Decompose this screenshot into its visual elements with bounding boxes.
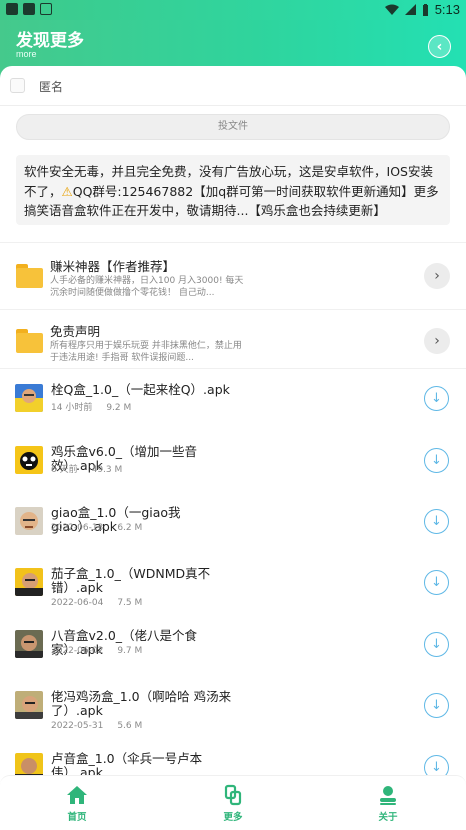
file-meta: 14 小时前 9.2 M [51, 400, 131, 413]
open-folder-button[interactable]: › [424, 263, 450, 289]
file-time: 14 小时前 [51, 403, 93, 413]
file-meta: 2022-05-31 5.6 M [51, 721, 142, 731]
clock: 5:13 [434, 2, 460, 17]
file-size: 7.5 M [117, 598, 143, 608]
nav-more-label: 更多 [223, 812, 243, 823]
file-name: 佬冯鸡汤盒_1.0（啊哈哈 鸡汤来了）.apk [51, 689, 232, 718]
download-button[interactable]: ↓ [424, 509, 449, 534]
nav-more[interactable]: 更多 [203, 784, 263, 823]
file-meta: 6 天前 49.3 M [51, 462, 122, 475]
file-size: 49.3 M [91, 465, 123, 475]
file-meta: 2022-06-04 7.5 M [51, 598, 142, 608]
more-icon [224, 784, 242, 806]
home-icon [67, 786, 87, 804]
download-button[interactable]: ↓ [424, 693, 449, 718]
nav-about-label: 关于 [378, 812, 398, 823]
folder-title: 免责声明 [50, 324, 101, 339]
nav-about[interactable]: 关于 [358, 784, 418, 823]
file-avatar [15, 384, 43, 412]
nav-home[interactable]: 首页 [47, 784, 107, 823]
chevron-right-icon: › [434, 268, 440, 284]
arrow-down-icon: ↓ [431, 637, 442, 652]
battery-icon [422, 3, 428, 16]
file-avatar [15, 507, 43, 535]
arrow-down-icon: ↓ [431, 514, 442, 529]
arrow-down-icon: ↓ [431, 575, 442, 590]
a-notification-icon [40, 3, 52, 15]
file-size: 6.2 M [117, 523, 143, 533]
notice-text-after: QQ群号:125467882【加q群可第一时间获取软件更新通知】更多搞笑语音盒软… [24, 183, 439, 219]
download-button[interactable]: ↓ [424, 570, 449, 595]
wifi-icon [384, 4, 399, 15]
file-time: 2022-05-31 [51, 721, 104, 731]
arrow-down-icon: ↓ [431, 760, 442, 775]
arrow-down-icon: ↓ [431, 391, 442, 406]
folder-description: 所有程序只用于娱乐玩耍 并非抹黑他仁，禁止用于违法用途! 手指哥 软件误报间题.… [50, 341, 242, 363]
file-time: 2022-06-13 [51, 523, 104, 533]
file-size: 5.6 M [117, 721, 143, 731]
download-button[interactable]: ↓ [424, 632, 449, 657]
file-meta: 2022-06-13 6.2 M [51, 523, 142, 533]
file-meta: 2022-06-02 9.7 M [51, 646, 142, 656]
bug-notification-icon [23, 3, 35, 15]
upload-file-button[interactable]: 投文件 [16, 114, 450, 140]
anonymous-checkbox[interactable] [10, 78, 25, 93]
download-button[interactable]: ↓ [424, 448, 449, 473]
folder-item[interactable]: 免责声明 所有程序只用于娱乐玩耍 并非抹黑他仁，禁止用于违法用途! 手指哥 软件… [0, 316, 466, 374]
open-folder-button[interactable]: › [424, 328, 450, 354]
main-card: 匿名 投文件 软件安全无毒，并且完全免费，没有广告放心玩，这是安卓软件，IOS安… [0, 66, 466, 830]
file-size: 9.7 M [117, 646, 143, 656]
file-time: 6 天前 [51, 465, 78, 475]
download-button[interactable]: ↓ [424, 386, 449, 411]
notice-box: 软件安全无毒，并且完全免费，没有广告放心玩，这是安卓软件，IOS安装不了，⚠QQ… [16, 155, 450, 225]
signal-icon [404, 4, 416, 15]
file-item[interactable]: giao盒_1.0（一giao我giao）.apk 2022-06-13 6.2 … [0, 506, 466, 563]
page-title: 发现更多 [16, 31, 84, 51]
file-name: 栓Q盒_1.0_（一起来栓Q）.apk [51, 382, 230, 397]
file-item[interactable]: 茄子盒_1.0_（WDNMD真不错）.apk 2022-06-04 7.5 M ↓ [0, 566, 466, 624]
file-name: 茄子盒_1.0_（WDNMD真不错）.apk [51, 566, 211, 595]
back-button[interactable]: ‹ [428, 35, 451, 58]
warning-icon: ⚠ [61, 183, 73, 199]
divider [0, 309, 466, 310]
folder-icon [16, 264, 43, 288]
folder-item[interactable]: 赚米神器【作者推荐】 人手必备的赚米神器，日入100 月入3000! 每天沉余时… [0, 251, 466, 309]
file-item[interactable]: 栓Q盒_1.0_（一起来栓Q）.apk 14 小时前 9.2 M ↓ [0, 382, 466, 440]
file-time: 2022-06-04 [51, 598, 104, 608]
anonymous-label: 匿名 [39, 80, 64, 94]
folder-description: 人手必备的赚米神器，日入100 月入3000! 每天沉余时间随便做做撸个零花钱！… [50, 276, 244, 298]
arrow-down-icon: ↓ [431, 698, 442, 713]
nav-home-label: 首页 [67, 812, 87, 823]
arrow-down-icon: ↓ [431, 453, 442, 468]
chevron-right-icon: › [434, 333, 440, 349]
page-subtitle: more [16, 49, 37, 59]
status-bar: 5:13 [0, 0, 466, 20]
app-notification-icon [6, 3, 18, 15]
file-avatar [15, 568, 43, 596]
file-avatar [15, 446, 43, 474]
file-item[interactable]: 佬冯鸡汤盒_1.0（啊哈哈 鸡汤来了）.apk 2022-05-31 5.6 M … [0, 689, 466, 747]
user-icon [380, 786, 396, 805]
file-avatar [15, 630, 43, 658]
folder-icon [16, 329, 43, 353]
file-time: 2022-06-02 [51, 646, 104, 656]
chevron-left-icon: ‹ [436, 38, 443, 55]
divider [0, 368, 466, 369]
status-notification-icons [6, 3, 52, 15]
anonymous-row[interactable]: 匿名 [0, 66, 466, 106]
file-avatar [15, 691, 43, 719]
folder-title: 赚米神器【作者推荐】 [50, 259, 176, 274]
file-item[interactable]: 八音盒v2.0_（佬八是个食家）.apk 2022-06-02 9.7 M ↓ [0, 629, 466, 686]
bottom-navigation: 首页 更多 关于 [0, 775, 466, 830]
divider [0, 242, 466, 243]
file-item[interactable]: 鸡乐盒v6.0_（增加一些音效）.apk 6 天前 49.3 M ↓ [0, 445, 466, 502]
file-size: 9.2 M [106, 403, 132, 413]
